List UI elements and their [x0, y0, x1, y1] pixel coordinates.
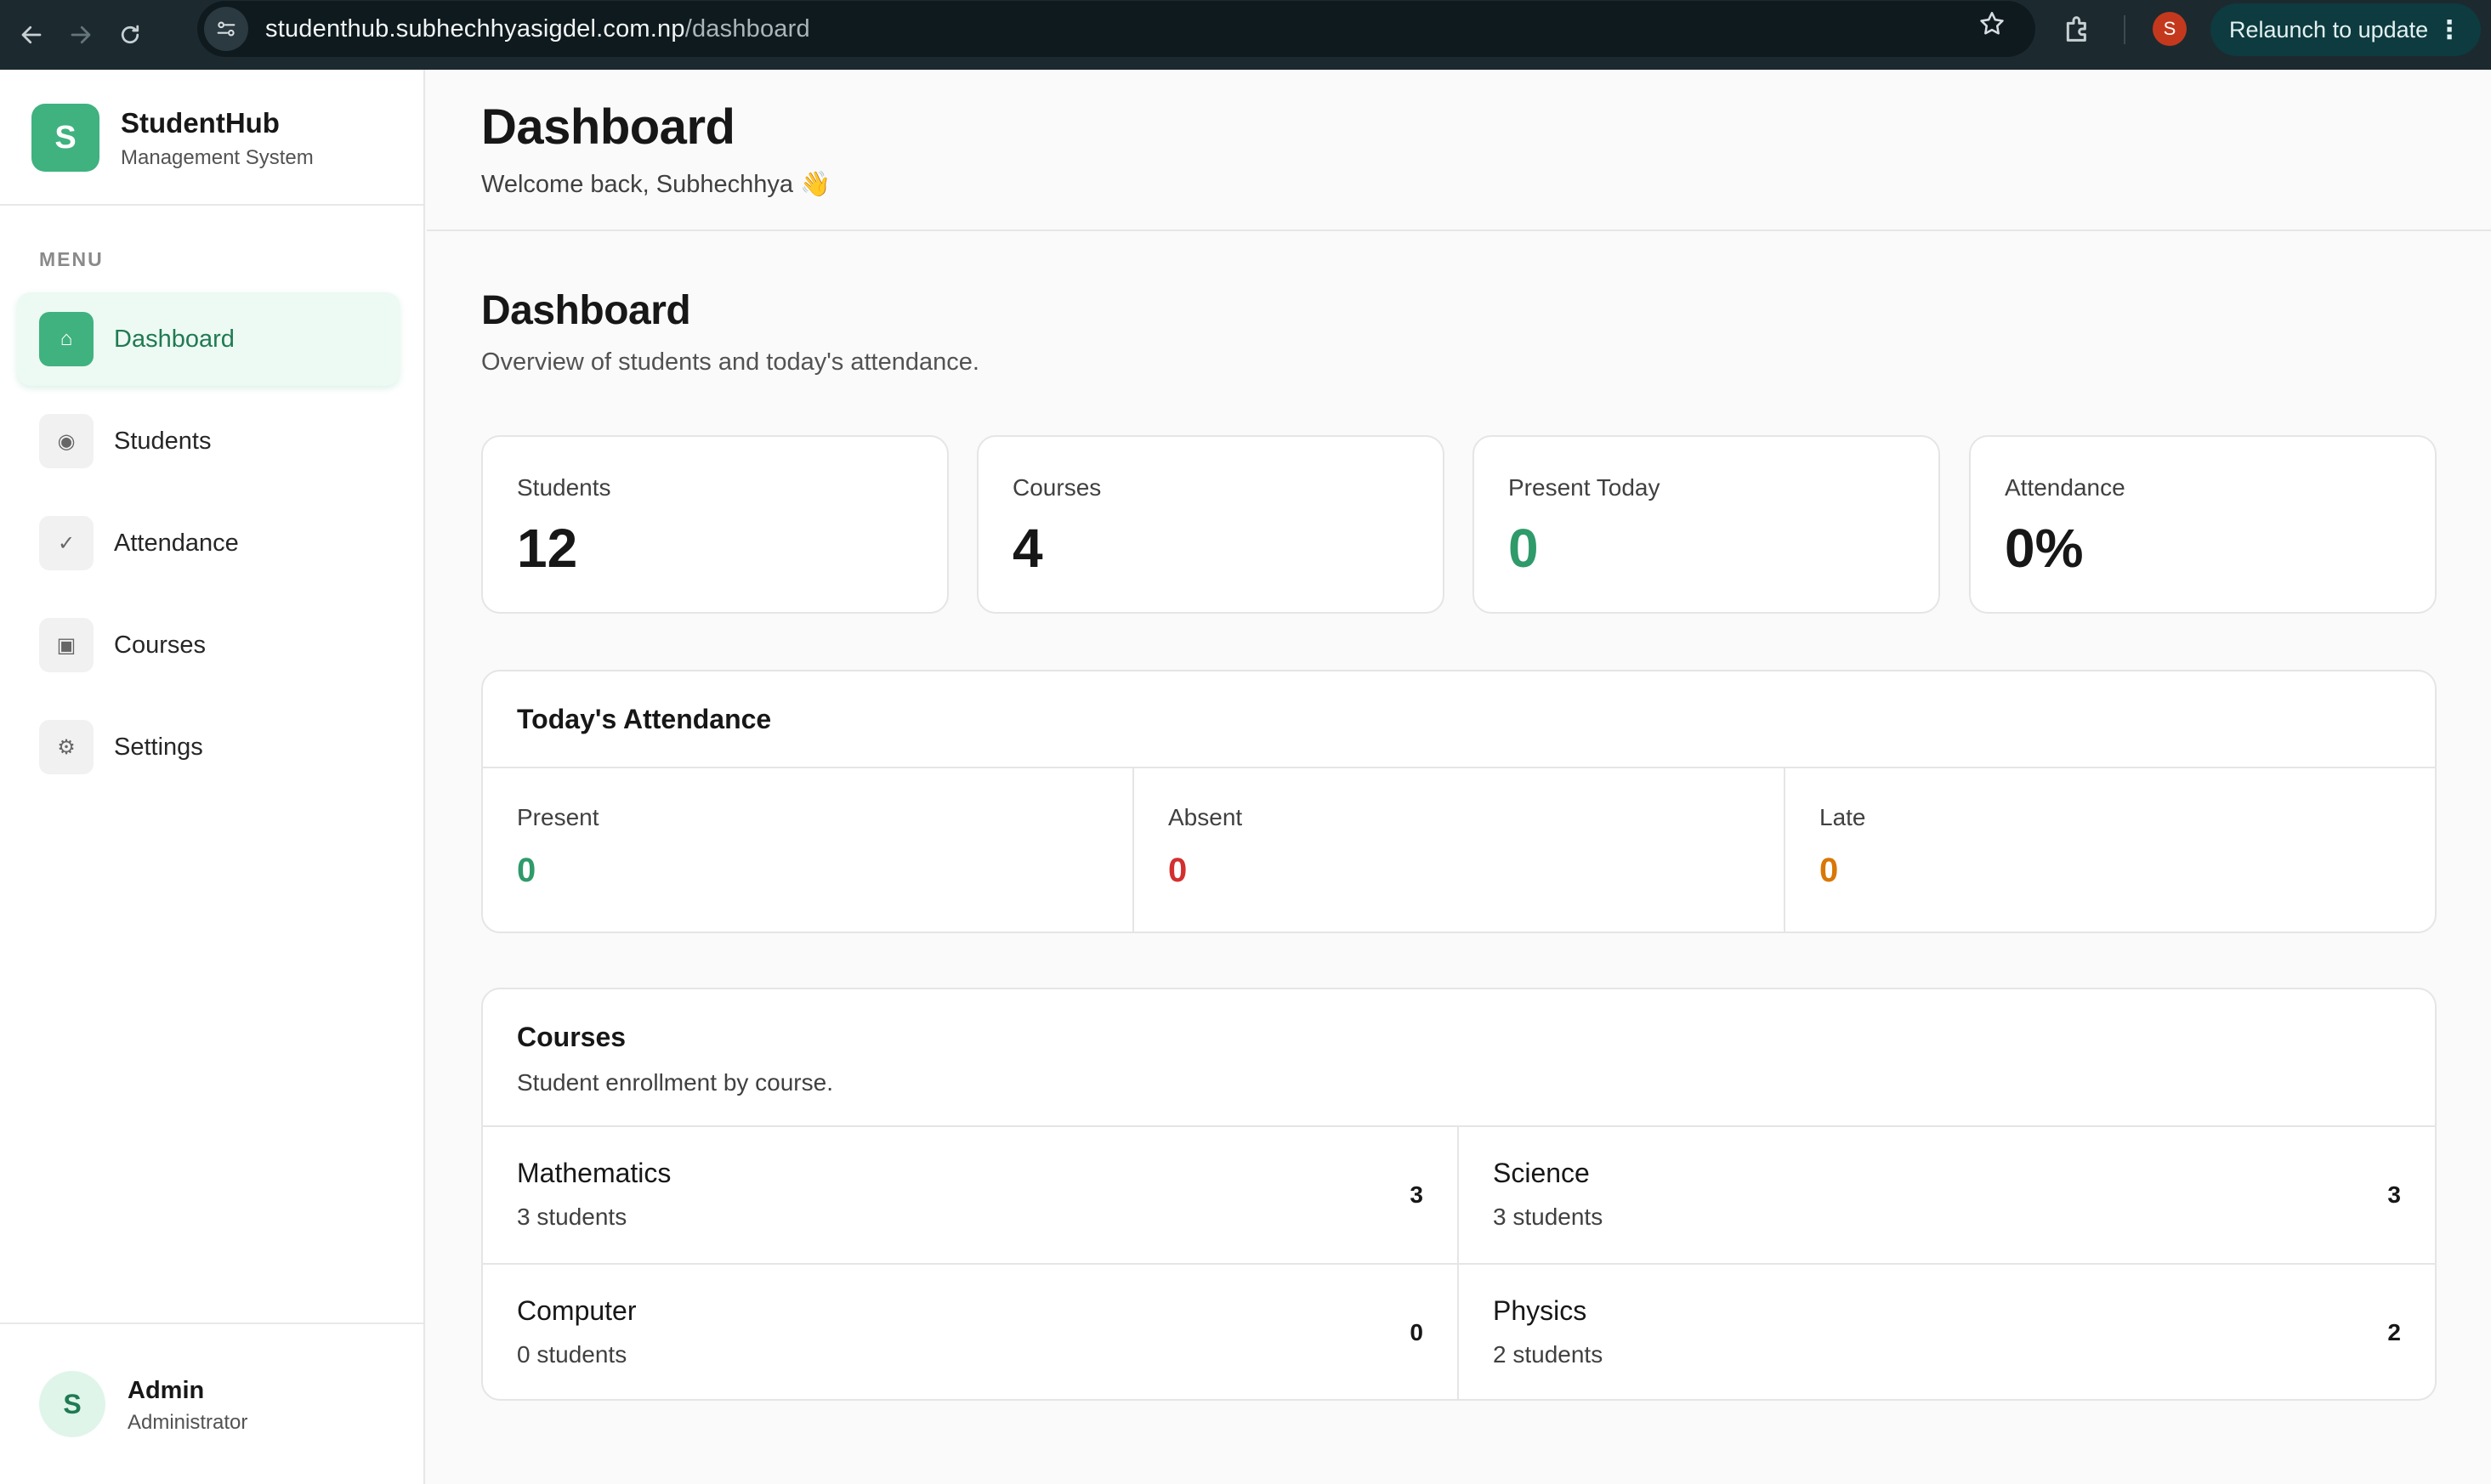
stat-value: 4	[1013, 518, 1043, 579]
header-title: Dashboard	[481, 99, 735, 155]
stat-value: 0%	[2005, 518, 2084, 579]
course-item[interactable]: Science 3 students 3	[1459, 1127, 2435, 1265]
welcome-message: Welcome back, Subhechhya 👋	[481, 171, 831, 198]
course-name: Physics	[1493, 1295, 1587, 1326]
course-name: Science	[1493, 1158, 1590, 1188]
user-profile[interactable]: S Admin Administrator	[0, 1323, 423, 1484]
sidebar: S StudentHub Management System MENU ⌂ Da…	[0, 70, 425, 1484]
user-role: Administrator	[128, 1411, 248, 1434]
sidebar-item-attendance[interactable]: ✓ Attendance	[17, 496, 400, 590]
course-name: Computer	[517, 1295, 637, 1326]
page-title: Dashboard	[481, 288, 691, 333]
attendance-value: 0	[1168, 852, 1188, 889]
attendance-present: Present 0	[483, 768, 1134, 932]
attendance-label: Late	[1819, 804, 1866, 830]
brand-subtitle: Management System	[121, 146, 314, 169]
address-bar[interactable]: studenthub.subhechhyasigdel.com.np/dashb…	[197, 1, 2035, 57]
more-menu-icon[interactable]: ⋮	[2437, 15, 2462, 45]
panel-subtitle: Student enrollment by course.	[517, 1069, 833, 1096]
attendance-value: 0	[517, 852, 536, 889]
course-count: 3	[2387, 1181, 2401, 1208]
relaunch-label: Relaunch to update	[2229, 16, 2429, 42]
course-students: 2 students	[1493, 1341, 1603, 1368]
url-path: /dashboard	[684, 14, 810, 42]
stat-label: Courses	[1013, 474, 1102, 501]
reload-icon[interactable]	[105, 7, 155, 63]
menu-heading: MENU	[39, 248, 104, 270]
bookmark-star-icon[interactable]	[1977, 9, 2006, 46]
attendance-label: Present	[517, 804, 599, 830]
course-name: Mathematics	[517, 1158, 672, 1188]
sidebar-item-label: Students	[114, 427, 212, 455]
relaunch-button[interactable]: Relaunch to update ⋮	[2210, 3, 2481, 56]
sidebar-item-students[interactable]: ◉ Students	[17, 394, 400, 488]
sidebar-item-label: Settings	[114, 733, 203, 761]
stat-card-present-today: Present Today 0	[1472, 435, 1940, 614]
attendance-summary: Present 0 Absent 0 Late 0	[483, 767, 2435, 932]
home-icon: ⌂	[39, 312, 94, 366]
sidebar-item-courses[interactable]: ▣ Courses	[17, 598, 400, 692]
attendance-label: Absent	[1168, 804, 1243, 830]
panel-title: Courses	[517, 1022, 627, 1052]
stat-card-students: Students 12	[481, 435, 949, 614]
course-list: Mathematics 3 students 3 Science 3 stude…	[483, 1125, 2435, 1399]
panel-title: Today's Attendance	[517, 704, 772, 734]
sidebar-item-label: Attendance	[114, 529, 239, 557]
stat-label: Students	[517, 474, 611, 501]
url-text: studenthub.subhechhyasigdel.com.np/dashb…	[265, 15, 810, 43]
course-count: 3	[1410, 1181, 1423, 1208]
brand-name: StudentHub	[121, 107, 280, 139]
brand: S StudentHub Management System	[0, 70, 423, 206]
attendance-late: Late 0	[1785, 768, 2435, 932]
stat-card-attendance: Attendance 0%	[1969, 435, 2437, 614]
stat-value: 0	[1508, 518, 1539, 579]
stat-value: 12	[517, 518, 578, 579]
course-count: 0	[1410, 1319, 1423, 1345]
avatar: S	[39, 1371, 105, 1437]
attendance-value: 0	[1819, 852, 1839, 889]
page-header: Dashboard Welcome back, Subhechhya 👋	[427, 70, 2491, 231]
main-content: Dashboard Overview of students and today…	[427, 233, 2491, 1484]
back-icon[interactable]	[7, 7, 56, 63]
students-icon: ◉	[39, 414, 94, 468]
course-item[interactable]: Computer 0 students 0	[483, 1265, 1459, 1399]
forward-icon[interactable]	[56, 7, 105, 63]
page-subtitle: Overview of students and today's attenda…	[481, 348, 979, 376]
course-students: 3 students	[1493, 1204, 1603, 1230]
toolbar-divider	[2124, 15, 2125, 44]
course-item[interactable]: Mathematics 3 students 3	[483, 1127, 1459, 1265]
course-item[interactable]: Physics 2 students 2	[1459, 1265, 2435, 1399]
course-students: 0 students	[517, 1341, 627, 1368]
user-name: Admin	[128, 1377, 205, 1404]
checkmark-icon: ✓	[39, 516, 94, 570]
course-count: 2	[2387, 1319, 2401, 1345]
stat-label: Present Today	[1508, 474, 1660, 501]
sidebar-item-dashboard[interactable]: ⌂ Dashboard	[17, 292, 400, 386]
stat-label: Attendance	[2005, 474, 2125, 501]
stat-card-courses: Courses 4	[977, 435, 1444, 614]
courses-panel: Courses Student enrollment by course. Ma…	[481, 988, 2437, 1401]
profile-avatar[interactable]: S	[2153, 12, 2187, 46]
sidebar-item-settings[interactable]: ⚙ Settings	[17, 700, 400, 794]
brand-logo: S	[31, 104, 99, 172]
todays-attendance-panel: Today's Attendance Present 0 Absent 0 La…	[481, 670, 2437, 933]
browser-toolbar: studenthub.subhechhyasigdel.com.np/dashb…	[0, 0, 2491, 70]
courses-icon: ▣	[39, 618, 94, 672]
attendance-absent: Absent 0	[1134, 768, 1785, 932]
url-host: studenthub.subhechhyasigdel.com.np	[265, 14, 685, 42]
course-students: 3 students	[517, 1204, 627, 1230]
sidebar-item-label: Courses	[114, 631, 206, 659]
gear-icon: ⚙	[39, 720, 94, 774]
site-info-icon[interactable]	[204, 7, 248, 51]
sidebar-item-label: Dashboard	[114, 325, 235, 353]
extensions-icon[interactable]	[2061, 12, 2095, 46]
